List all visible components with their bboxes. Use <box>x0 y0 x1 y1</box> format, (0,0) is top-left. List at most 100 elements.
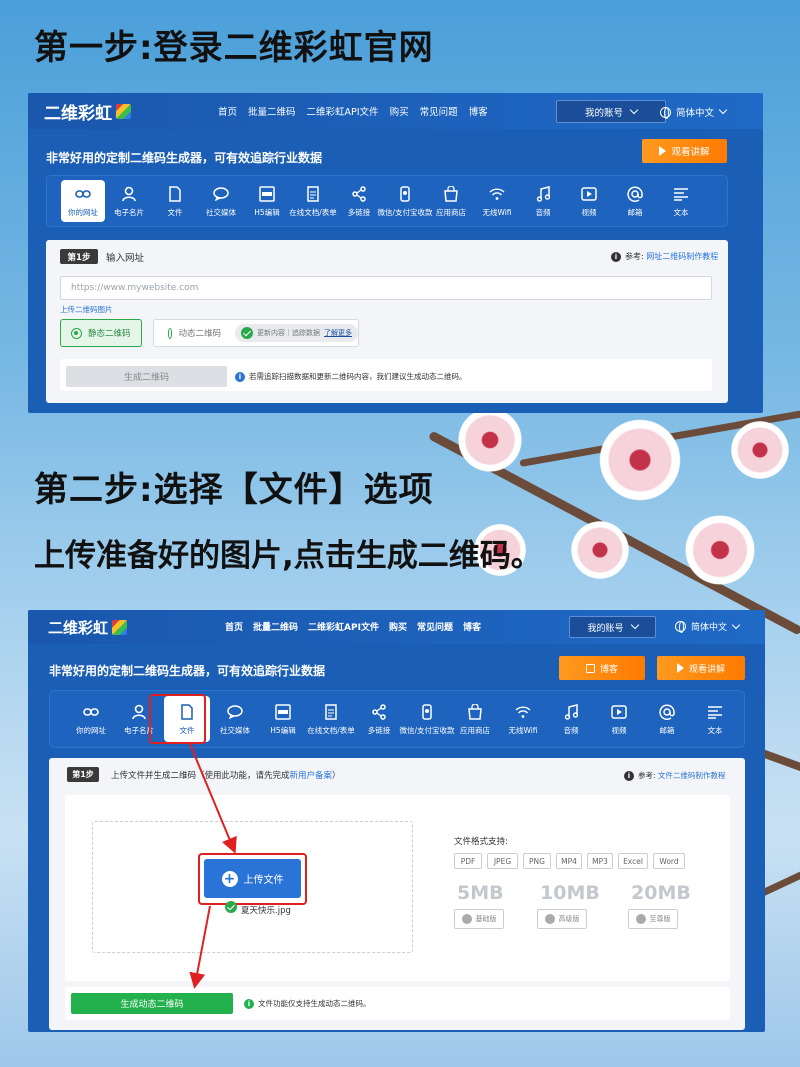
tool-label: 电子名片 <box>114 207 144 217</box>
watch-tutorial-button[interactable]: 观看讲解 <box>642 139 727 163</box>
generate-dynamic-qr-button[interactable]: 生成动态二维码 <box>71 993 233 1014</box>
nav-api[interactable]: 二维彩虹API文件 <box>308 620 379 633</box>
reference: i 参考: 文件二维码制作教程 <box>624 770 725 781</box>
tool-video[interactable]: 视频 <box>596 696 642 742</box>
url-input[interactable]: https://www.mywebsite.com <box>60 276 712 300</box>
static-qr-option[interactable]: 静态二维码 <box>60 319 142 347</box>
tool-at[interactable]: 邮箱 <box>613 180 657 222</box>
tool-wifi[interactable]: 无线Wifi <box>475 180 519 222</box>
account-dropdown[interactable]: 我的账号 <box>569 616 656 638</box>
text-icon <box>672 185 690 203</box>
watch-tutorial-button[interactable]: 观看讲解 <box>657 656 745 680</box>
tool-link[interactable]: 你的网址 <box>61 180 105 222</box>
language-selector[interactable]: 简体中文 <box>675 620 741 633</box>
tool-bag[interactable]: 应用商店 <box>452 696 498 742</box>
language-label: 简体中文 <box>691 623 728 633</box>
watch-tutorial-label: 观看讲解 <box>688 664 725 675</box>
tool-doc[interactable]: 在线文档/表单 <box>307 696 355 742</box>
learn-more-link[interactable]: 了解更多 <box>324 328 352 338</box>
tool-label: 多链接 <box>347 207 371 217</box>
blog-button[interactable]: 博客 <box>559 656 645 680</box>
tool-share[interactable]: 多链接 <box>356 696 402 742</box>
generate-qr-button[interactable]: 生成二维码 <box>66 366 227 387</box>
share-icon <box>350 185 368 203</box>
tool-html[interactable]: H5编辑 <box>245 180 289 222</box>
upload-qr-image-link[interactable]: 上传二维码图片 <box>60 304 113 315</box>
plan-tier-badge[interactable]: 至尊版 <box>628 909 678 929</box>
tool-user[interactable]: 电子名片 <box>107 180 151 222</box>
check-icon <box>544 914 555 924</box>
step2-heading: 第二步:选择【文件】选项 <box>34 470 434 510</box>
info-icon: i <box>244 999 254 1009</box>
reference: i 参考: 网址二维码制作教程 <box>611 251 718 262</box>
tool-doc[interactable]: 在线文档/表单 <box>289 180 337 222</box>
tool-music[interactable]: 音频 <box>548 696 594 742</box>
format-tag: MP3 <box>587 853 613 869</box>
nav-home[interactable]: 首页 <box>225 620 243 633</box>
video-icon <box>580 185 598 203</box>
step-title-end: ） <box>332 771 341 781</box>
tool-at[interactable]: 邮箱 <box>644 696 690 742</box>
tool-label: 视频 <box>611 725 627 735</box>
nav-blog[interactable]: 博客 <box>463 620 481 633</box>
slogan: 非常好用的定制二维码生成器，可有效追踪行业数据 <box>46 151 323 165</box>
nav-batch[interactable]: 批量二维码 <box>253 620 298 633</box>
site-logo[interactable]: 二维彩虹 <box>48 617 128 638</box>
size-limit: 10MB <box>540 882 600 904</box>
tool-label: 微信/支付宝收款 <box>377 207 433 217</box>
language-selector[interactable]: 简体中文 <box>660 105 728 119</box>
nav-faq[interactable]: 常见问题 <box>417 620 453 633</box>
tool-text[interactable]: 文本 <box>692 696 738 742</box>
tool-pay[interactable]: 微信/支付宝收款 <box>377 180 433 222</box>
nav-home[interactable]: 首页 <box>218 104 237 118</box>
generate-note: i 文件功能仅支持生成动态二维码。 <box>244 998 371 1009</box>
globe-icon <box>675 621 686 633</box>
nav-blog[interactable]: 博客 <box>469 104 488 118</box>
static-label: 静态二维码 <box>88 329 131 339</box>
tool-text[interactable]: 文本 <box>659 180 703 222</box>
pay-icon <box>396 185 414 203</box>
tool-html[interactable]: H5编辑 <box>260 696 306 742</box>
tool-link[interactable]: 你的网址 <box>68 696 114 742</box>
dynamic-label: 动态二维码 <box>178 329 221 339</box>
chevron-down-icon <box>718 105 728 115</box>
tool-chat[interactable]: 社交媒体 <box>199 180 243 222</box>
nav-batch[interactable]: 批量二维码 <box>248 104 296 118</box>
dynamic-qr-option[interactable]: 动态二维码 更新内容｜追踪数据 了解更多 <box>153 319 359 347</box>
tool-label: 无线Wifi <box>508 725 538 735</box>
site-logo[interactable]: 二维彩虹 <box>44 99 131 124</box>
tool-bag[interactable]: 应用商店 <box>429 180 473 222</box>
tool-share[interactable]: 多链接 <box>337 180 381 222</box>
chevron-down-icon <box>629 105 639 114</box>
register-link[interactable]: 新用户备案 <box>290 771 333 781</box>
ref-tutorial-link[interactable]: 文件二维码制作教程 <box>658 771 726 780</box>
ref-tutorial-link[interactable]: 网址二维码制作教程 <box>646 252 718 261</box>
tool-file[interactable]: 文件 <box>153 180 197 222</box>
tool-music[interactable]: 音频 <box>521 180 565 222</box>
nav-faq[interactable]: 常见问题 <box>420 104 458 118</box>
check-icon <box>635 914 646 924</box>
tool-label: 邮箱 <box>627 207 643 217</box>
account-dropdown[interactable]: 我的账号 <box>556 100 666 123</box>
dynamic-note: 更新内容｜追踪数据 <box>257 329 320 337</box>
plan-tier-badge[interactable]: 高级版 <box>537 909 587 929</box>
nav-api[interactable]: 二维彩虹API文件 <box>307 104 379 118</box>
tool-label: 社交媒体 <box>206 207 236 217</box>
music-icon <box>562 703 580 721</box>
plan-tier-label: 至尊版 <box>649 915 671 923</box>
tool-video[interactable]: 视频 <box>567 180 611 222</box>
tool-label: 文件 <box>167 207 183 217</box>
tool-pay[interactable]: 微信/支付宝收款 <box>399 696 455 742</box>
html-icon <box>258 185 276 203</box>
screenshot-panel-1: 二维彩虹 首页 批量二维码 二维彩虹API文件 购买 常见问题 博客 我的账号 … <box>28 93 763 413</box>
upload-button-highlight <box>198 853 307 905</box>
nav-buy[interactable]: 购买 <box>390 104 409 118</box>
tool-wifi[interactable]: 无线Wifi <box>500 696 546 742</box>
radio-selected-icon <box>71 327 82 339</box>
tool-chat[interactable]: 社交媒体 <box>212 696 258 742</box>
plan-tier-badge[interactable]: 基础版 <box>454 909 504 929</box>
nav-buy[interactable]: 购买 <box>389 620 407 633</box>
tool-label: 多链接 <box>367 725 391 735</box>
tool-label: 应用商店 <box>460 725 490 735</box>
user-icon <box>120 185 138 203</box>
